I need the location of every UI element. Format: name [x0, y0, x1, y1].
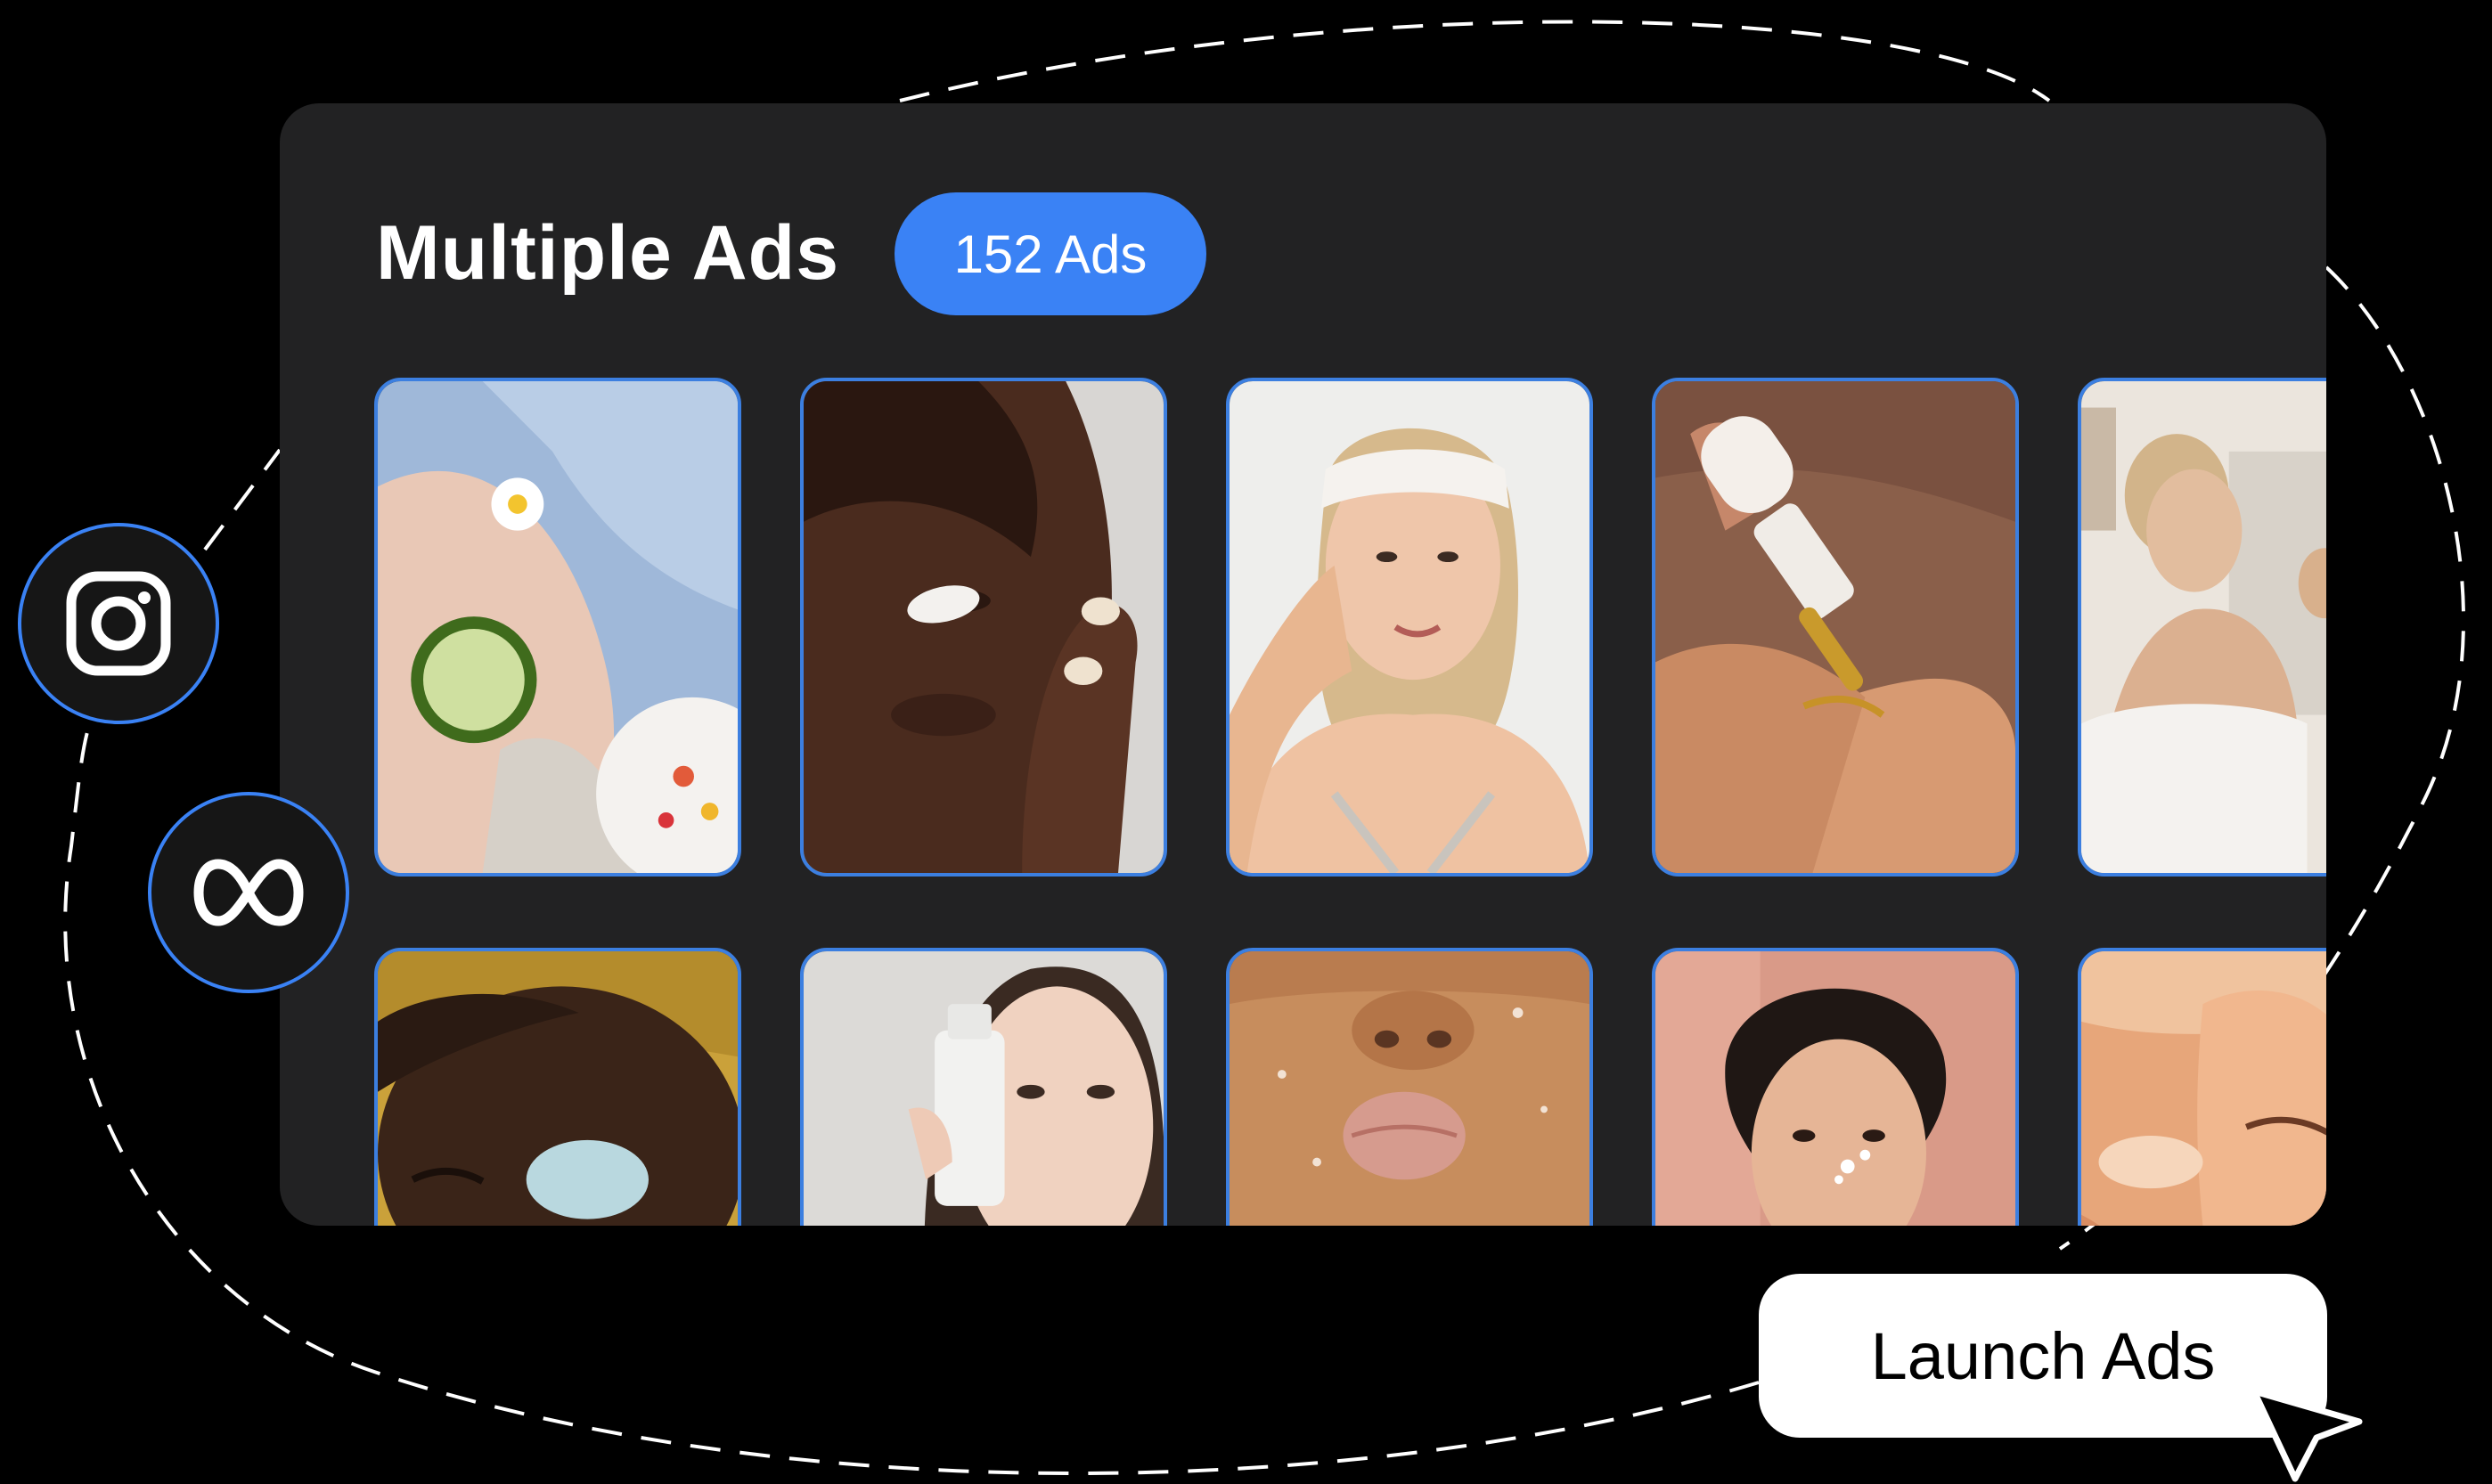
ad-thumbnail: [1230, 951, 1589, 1226]
ad-thumbnail: [378, 381, 738, 873]
ad-thumbnail: [1655, 381, 2015, 873]
ad-card[interactable]: [1652, 378, 2019, 877]
ad-card[interactable]: [800, 378, 1167, 877]
ads-panel: Multiple Ads 152 Ads: [280, 103, 2326, 1226]
ad-card[interactable]: [2078, 948, 2326, 1226]
ad-card[interactable]: [374, 378, 741, 877]
ad-card[interactable]: [1226, 948, 1593, 1226]
meta-badge[interactable]: [148, 792, 349, 993]
panel-title: Multiple Ads: [376, 210, 840, 296]
ad-count-badge: 152 Ads: [895, 192, 1206, 315]
ad-thumbnail: [378, 951, 738, 1226]
ad-card[interactable]: [374, 948, 741, 1226]
ad-card[interactable]: [800, 948, 1167, 1226]
ad-card[interactable]: [1226, 378, 1593, 877]
ad-thumbnail: [804, 951, 1164, 1226]
ad-thumbnail: [2081, 951, 2326, 1226]
instagram-badge[interactable]: [18, 523, 219, 724]
instagram-icon: [66, 571, 171, 676]
ad-thumbnail: [1655, 951, 2015, 1226]
ad-thumbnail: [1230, 381, 1589, 873]
ad-card[interactable]: [1652, 948, 2019, 1226]
ad-thumbnail: [2081, 381, 2326, 873]
meta-icon: [193, 859, 304, 926]
ad-thumbnail: [804, 381, 1164, 873]
ad-card[interactable]: [2078, 378, 2326, 877]
launch-ads-button[interactable]: Launch Ads: [1759, 1274, 2327, 1438]
mouse-cursor-icon: [2251, 1388, 2363, 1482]
